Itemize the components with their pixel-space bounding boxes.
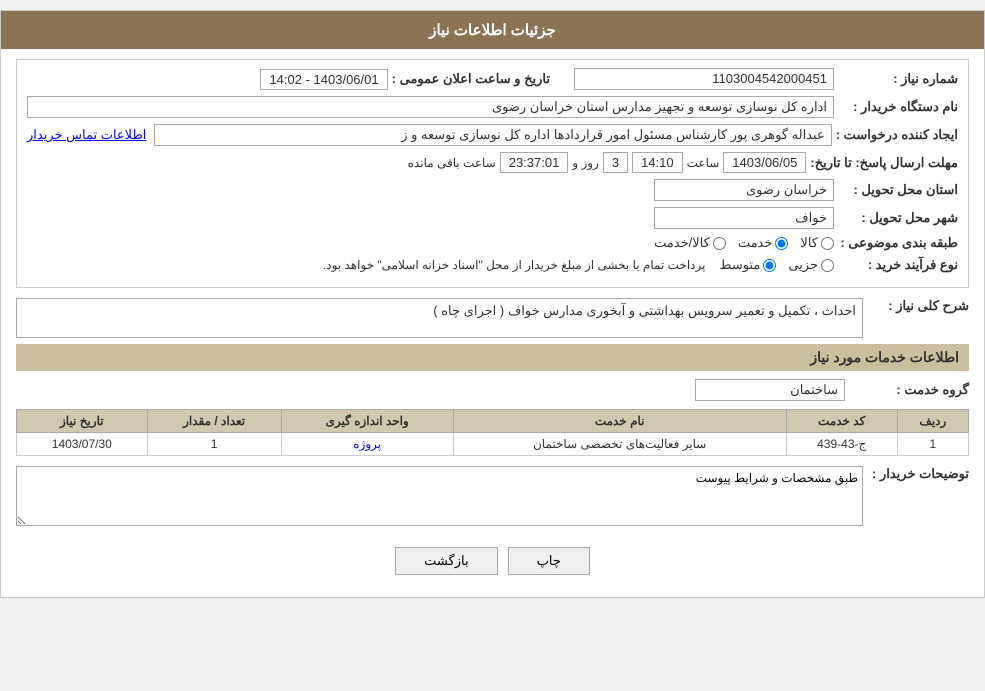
mohlatErsal-label: مهلت ارسال پاسخ: تا تاریخ: bbox=[810, 155, 958, 171]
time-value: 14:10 bbox=[632, 152, 683, 173]
tabaqe-radio-group: کالا خدمت کالا/خدمت bbox=[654, 235, 834, 251]
cell-tarikh: 1403/07/30 bbox=[17, 433, 148, 456]
col-tedaad: تعداد / مقدار bbox=[147, 410, 281, 433]
shomareNiaz-label: شماره نیاز : bbox=[838, 71, 958, 87]
col-kod: کد خدمت bbox=[786, 410, 897, 433]
remaining-value: 23:37:01 bbox=[500, 152, 569, 173]
radio-khedmat: خدمت bbox=[738, 235, 789, 251]
page-header: جزئیات اطلاعات نیاز bbox=[1, 11, 984, 49]
time-label: ساعت bbox=[687, 156, 720, 170]
radio-motevaset-label: متوسط bbox=[719, 257, 760, 273]
vahed-link[interactable]: پروژه bbox=[353, 437, 381, 451]
radio-jozei: جزیی bbox=[788, 257, 834, 273]
cell-radif: 1 bbox=[897, 433, 968, 456]
ijadKonande-value: عبداله گوهری پور کارشناس مسئول امور قرار… bbox=[154, 124, 831, 146]
ostan-value: خراسان رضوی bbox=[654, 179, 834, 201]
sharh-value: احداث ، تکمیل و تعمیر سرویس بهداشتی و آب… bbox=[433, 303, 856, 318]
ijadKonande-label: ایجاد کننده درخواست : bbox=[836, 127, 958, 143]
col-tarikh: تاریخ نیاز bbox=[17, 410, 148, 433]
shahr-value: خواف bbox=[654, 207, 834, 229]
shahr-row: شهر محل تحویل : خواف bbox=[27, 207, 958, 229]
grooh-label: گروه خدمت : bbox=[849, 382, 969, 398]
buttons-row: چاپ بازگشت bbox=[16, 535, 969, 587]
namDastgah-label: نام دستگاه خریدار : bbox=[838, 99, 958, 115]
sharh-section: شرح کلی نیاز : احداث ، تکمیل و تعمیر سرو… bbox=[16, 298, 969, 338]
namDastgah-value: اداره کل نوسازی توسعه و تجهیز مدارس استا… bbox=[27, 96, 834, 118]
noeFarayand-radio-group: جزیی متوسط bbox=[719, 257, 834, 273]
ijadKonande-row: ایجاد کننده درخواست : عبداله گوهری پور ک… bbox=[27, 124, 958, 146]
toseif-textarea[interactable] bbox=[16, 466, 863, 526]
radio-kala-khedmat-label: کالا/خدمت bbox=[654, 235, 710, 251]
shahr-label: شهر محل تحویل : bbox=[838, 210, 958, 226]
col-vahed: واحد اندازه گیری bbox=[281, 410, 453, 433]
shomareNiaz-value: 1103004542000451 bbox=[574, 68, 834, 90]
radio-kala: کالا bbox=[800, 235, 834, 251]
services-header: اطلاعات خدمات مورد نیاز bbox=[16, 344, 969, 371]
radio-motevaset-input[interactable] bbox=[763, 259, 776, 272]
cell-tedaad: 1 bbox=[147, 433, 281, 456]
ostan-row: استان محل تحویل : خراسان رضوی bbox=[27, 179, 958, 201]
services-table-wrapper: ردیف کد خدمت نام خدمت واحد اندازه گیری ت… bbox=[16, 409, 969, 456]
rooz-value: 3 bbox=[603, 152, 628, 173]
toseif-label: توضیحات خریدار : bbox=[869, 466, 969, 482]
radio-khedmat-label: خدمت bbox=[738, 235, 773, 251]
radio-kala-khedmat: کالا/خدمت bbox=[654, 235, 726, 251]
ijadKonande-link[interactable]: اطلاعات تماس خریدار bbox=[27, 127, 146, 143]
page-title: جزئیات اطلاعات نیاز bbox=[429, 22, 556, 39]
rooz-label: روز و bbox=[572, 156, 599, 170]
radio-motevaset: متوسط bbox=[719, 257, 776, 273]
radio-jozei-input[interactable] bbox=[821, 259, 834, 272]
radio-kala-khedmat-input[interactable] bbox=[713, 237, 726, 250]
tabaqe-row: طبقه بندی موضوعی : کالا خدمت کالا/خدمت bbox=[27, 235, 958, 251]
print-button[interactable]: چاپ bbox=[508, 547, 590, 575]
col-name: نام خدمت bbox=[453, 410, 786, 433]
tarikh-elan-value: 1403/06/01 - 14:02 bbox=[260, 69, 387, 90]
noeFarayand-desc: پرداخت تمام یا بخشی از مبلغ خریدار از مح… bbox=[323, 258, 706, 272]
toseif-section: توضیحات خریدار : bbox=[16, 466, 969, 529]
shomareNiaz-row: شماره نیاز : 1103004542000451 تاریخ و سا… bbox=[27, 68, 958, 90]
tabaqe-label: طبقه بندی موضوعی : bbox=[838, 235, 958, 251]
mohlatErsal-row: مهلت ارسال پاسخ: تا تاریخ: 1403/06/05 سا… bbox=[27, 152, 958, 173]
cell-name: سایر فعالیت‌های تخصصی ساختمان bbox=[453, 433, 786, 456]
cell-kod: ج-43-439 bbox=[786, 433, 897, 456]
namDastgah-row: نام دستگاه خریدار : اداره کل نوسازی توسع… bbox=[27, 96, 958, 118]
radio-kala-input[interactable] bbox=[821, 237, 834, 250]
table-row: 1 ج-43-439 سایر فعالیت‌های تخصصی ساختمان… bbox=[17, 433, 969, 456]
radio-khedmat-input[interactable] bbox=[775, 237, 788, 250]
radio-jozei-label: جزیی bbox=[788, 257, 818, 273]
cell-vahed: پروژه bbox=[281, 433, 453, 456]
grooh-value: ساختمان bbox=[695, 379, 845, 401]
remaining-label: ساعت باقی مانده bbox=[408, 156, 496, 170]
services-table: ردیف کد خدمت نام خدمت واحد اندازه گیری ت… bbox=[16, 409, 969, 456]
grooh-row: گروه خدمت : ساختمان bbox=[16, 379, 969, 401]
sharh-label: شرح کلی نیاز : bbox=[869, 298, 969, 314]
radio-kala-label: کالا bbox=[800, 235, 818, 251]
date-value: 1403/06/05 bbox=[723, 152, 806, 173]
ostan-label: استان محل تحویل : bbox=[838, 182, 958, 198]
noeFarayand-row: نوع فرآیند خرید : جزیی متوسط پرداخت تمام… bbox=[27, 257, 958, 273]
col-radif: ردیف bbox=[897, 410, 968, 433]
main-form: شماره نیاز : 1103004542000451 تاریخ و سا… bbox=[16, 59, 969, 288]
noeFarayand-label: نوع فرآیند خرید : bbox=[838, 257, 958, 273]
back-button[interactable]: بازگشت bbox=[395, 547, 497, 575]
tarikh-elan-label: تاریخ و ساعت اعلان عمومی : bbox=[392, 71, 550, 87]
